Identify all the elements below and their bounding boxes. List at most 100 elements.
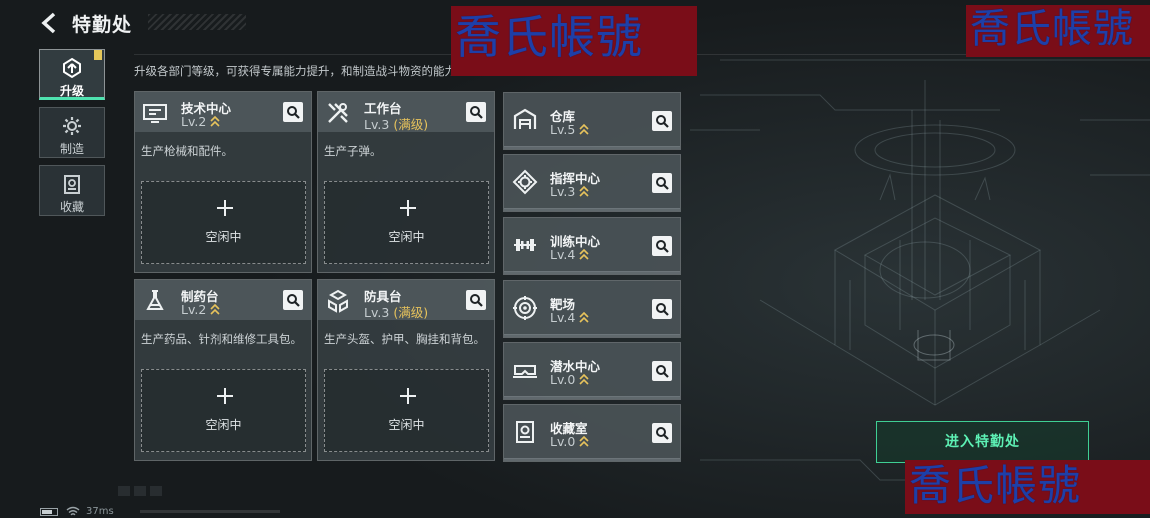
collection-icon xyxy=(64,175,80,194)
card-header: 训练中心 Lv.4 xyxy=(504,218,680,272)
card-underline xyxy=(504,271,680,274)
plus-icon xyxy=(217,388,233,404)
card-header: 制药台 Lv.2 xyxy=(135,280,311,320)
watermark: 喬氏帳號 xyxy=(905,460,1150,514)
search-button[interactable] xyxy=(652,111,672,131)
card-header: 潜水中心 Lv.0 xyxy=(504,343,680,397)
idle-production-slot[interactable]: 空闲中 xyxy=(324,369,489,452)
tab-manufacture[interactable]: 制造 xyxy=(39,107,105,158)
tech-center-icon xyxy=(143,104,167,123)
facility-level: Lv.2 xyxy=(181,114,220,129)
new-flag-badge xyxy=(94,50,102,60)
search-button[interactable] xyxy=(652,423,672,443)
tab-collection[interactable]: 收藏 xyxy=(39,165,105,216)
page-title: 特勤处 xyxy=(72,14,133,36)
facility-description: 生产枪械和配件。 xyxy=(141,144,233,158)
title-decoration xyxy=(148,14,246,30)
slot-status: 空闲中 xyxy=(205,230,242,244)
level-up-arrow-icon xyxy=(579,124,589,135)
card-underline xyxy=(504,458,680,461)
search-icon xyxy=(656,427,669,440)
search-icon xyxy=(287,294,300,307)
slot-status: 空闲中 xyxy=(388,418,425,432)
level-up-arrow-icon xyxy=(579,312,589,323)
card-header: 收藏室 Lv.0 xyxy=(504,405,680,459)
facility-card-workbench[interactable]: 工作台 Lv.3 (满级) 生产子弹。 空闲中 xyxy=(317,91,495,273)
tab-label: 收藏 xyxy=(59,200,84,214)
facility-card-armor-bench[interactable]: 防具台 Lv.3 (满级) 生产头盔、护甲、胸挂和背包。 空闲中 xyxy=(317,279,495,461)
facility-level: Lv.3 (满级) xyxy=(364,117,429,132)
search-button[interactable] xyxy=(466,290,486,310)
diving-mask-icon xyxy=(513,365,537,378)
watermark: 喬氏帳號 xyxy=(451,6,697,76)
idle-production-slot[interactable]: 空闲中 xyxy=(141,181,306,264)
level-up-arrow-icon xyxy=(579,249,589,260)
idle-production-slot[interactable]: 空闲中 xyxy=(141,369,306,452)
warehouse-icon xyxy=(513,108,537,129)
ping-text: 37ms xyxy=(86,506,114,517)
search-icon xyxy=(656,365,669,378)
search-icon xyxy=(656,303,669,316)
facility-card-shooting-range[interactable]: 靶场 Lv.4 xyxy=(503,280,681,338)
search-button[interactable] xyxy=(652,299,672,319)
search-icon xyxy=(656,240,669,253)
gear-icon xyxy=(63,117,81,135)
slot-status: 空闲中 xyxy=(205,418,242,432)
facility-level: Lv.3 (满级) xyxy=(364,305,429,320)
plus-icon xyxy=(400,388,416,404)
card-underline xyxy=(504,146,680,149)
search-button[interactable] xyxy=(652,236,672,256)
status-track xyxy=(140,510,280,513)
search-button[interactable] xyxy=(652,361,672,381)
plus-icon xyxy=(217,200,233,216)
level-up-arrow-icon xyxy=(579,436,589,447)
facility-card-command-center[interactable]: 指挥中心 Lv.3 xyxy=(503,154,681,212)
max-level-label: (满级) xyxy=(393,117,429,132)
search-button[interactable] xyxy=(652,173,672,193)
enter-button-label: 进入特勤处 xyxy=(945,434,1020,450)
status-bar: 37ms xyxy=(40,505,340,518)
watermark: 喬氏帳號 xyxy=(966,5,1150,57)
facility-card-training-center[interactable]: 训练中心 Lv.4 xyxy=(503,217,681,275)
facility-description: 生产药品、针剂和维修工具包。 xyxy=(141,332,302,346)
level-up-arrow-icon xyxy=(210,304,220,315)
search-button[interactable] xyxy=(283,102,303,122)
level-up-arrow-icon xyxy=(579,186,589,197)
search-icon xyxy=(470,294,483,307)
target-icon xyxy=(513,296,537,320)
facility-description: 生产子弹。 xyxy=(324,144,382,158)
tab-upgrade[interactable]: 升级 xyxy=(39,49,105,100)
card-header: 技术中心 Lv.2 xyxy=(135,92,311,132)
side-tab-bar: 升级 制造 收藏 xyxy=(39,49,105,223)
search-button[interactable] xyxy=(466,102,486,122)
search-icon xyxy=(656,115,669,128)
facility-level: Lv.0 xyxy=(550,372,589,387)
idle-production-slot[interactable]: 空闲中 xyxy=(324,181,489,264)
search-icon xyxy=(287,106,300,119)
enter-special-ops-button[interactable]: 进入特勤处 xyxy=(876,421,1089,463)
slot-status: 空闲中 xyxy=(388,230,425,244)
facility-card-collection-room[interactable]: 收藏室 Lv.0 xyxy=(503,404,681,462)
facility-level: Lv.0 xyxy=(550,434,589,449)
description-text: 升级各部门等级，可获得专属能力提升，和制造战斗物资的能力 xyxy=(134,64,456,78)
search-icon xyxy=(656,177,669,190)
armor-bench-icon xyxy=(328,289,348,313)
search-button[interactable] xyxy=(283,290,303,310)
facility-level: Lv.3 xyxy=(550,184,589,199)
back-button[interactable] xyxy=(38,11,62,35)
card-underline xyxy=(504,396,680,399)
facility-level: Lv.4 xyxy=(550,310,589,325)
card-header: 工作台 Lv.3 (满级) xyxy=(318,92,494,132)
facility-card-tech-center[interactable]: 技术中心 Lv.2 生产枪械和配件。 空闲中 xyxy=(134,91,312,273)
facility-card-warehouse[interactable]: 仓库 Lv.5 xyxy=(503,92,681,150)
dumbbell-icon xyxy=(514,239,536,251)
tab-label: 制造 xyxy=(59,142,84,156)
card-header: 指挥中心 Lv.3 xyxy=(504,155,680,209)
back-arrow-icon xyxy=(41,12,56,34)
facility-card-diving-center[interactable]: 潜水中心 Lv.0 xyxy=(503,342,681,400)
plus-icon xyxy=(400,200,416,216)
collection-room-icon xyxy=(516,421,534,443)
tab-label: 升级 xyxy=(59,84,84,98)
facility-card-pharmacy[interactable]: 制药台 Lv.2 生产药品、针剂和维修工具包。 空闲中 xyxy=(134,279,312,461)
facility-level: Lv.5 xyxy=(550,122,589,137)
